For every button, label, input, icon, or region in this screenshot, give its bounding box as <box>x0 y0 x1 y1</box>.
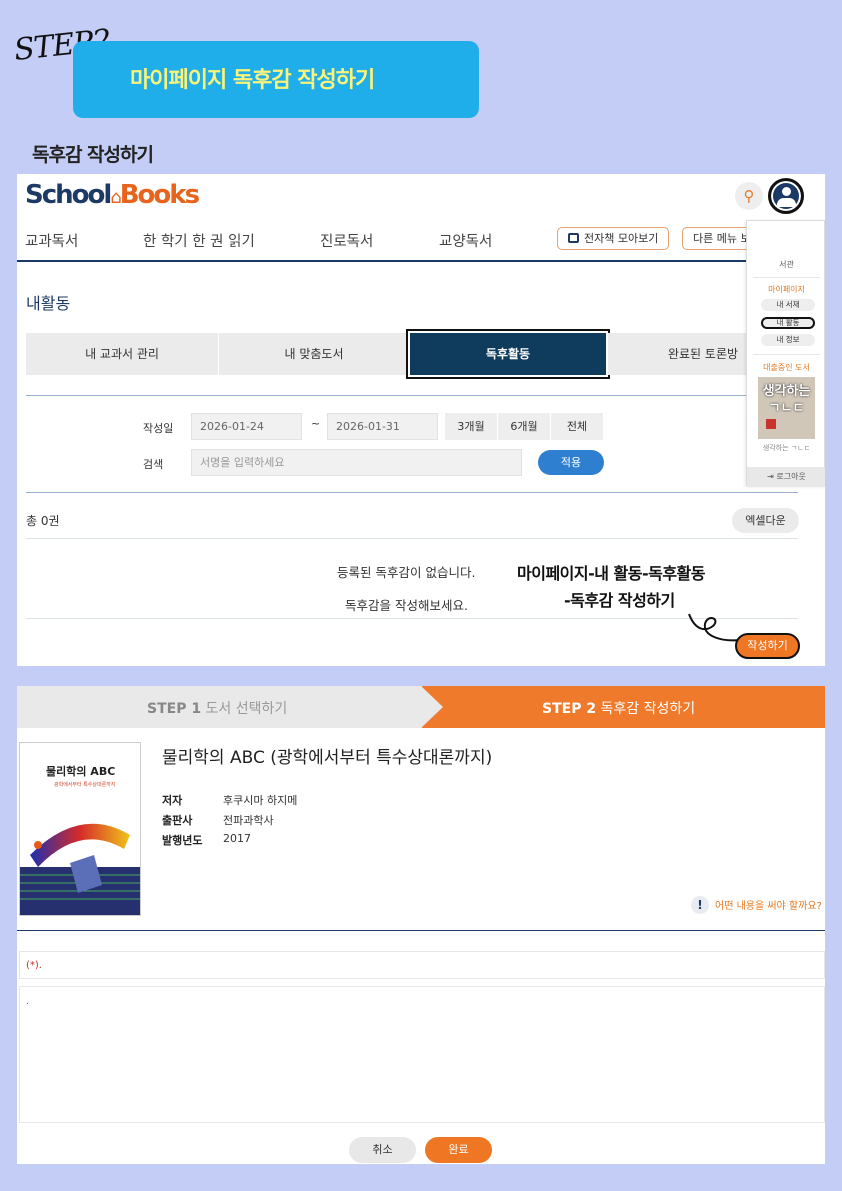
my-activity-screenshot: School⌂Books ⚲ 교과독서 한 학기 한 권 읽기 진로독서 교양독… <box>17 174 825 666</box>
tab-my-custom-books[interactable]: 내 맞춤도서 <box>219 333 409 375</box>
cancel-button[interactable]: 취소 <box>349 1137 416 1163</box>
cover-decoration <box>766 419 776 429</box>
filter-top-divider <box>26 395 798 396</box>
logout-label: 로그아웃 <box>776 472 806 481</box>
ebook-icon <box>568 233 579 243</box>
annotation-path: 마이페이지-내 활동-독후활동 <box>517 564 706 583</box>
total-count: 총 0권 <box>26 514 60 528</box>
user-icon <box>782 187 791 196</box>
house-icon: ⌂ <box>110 187 122 208</box>
list-top-divider <box>26 538 798 539</box>
tab-reading-activity[interactable]: 독후활동 <box>408 331 608 377</box>
writing-help-link[interactable]: ! 어떤 내용을 써야 할까요? <box>691 896 822 914</box>
search-icon[interactable]: ⚲ <box>735 182 763 210</box>
nav-one-semester-one-book[interactable]: 한 학기 한 권 읽기 <box>143 230 255 251</box>
empty-hint: 독후감을 작성해보세요. <box>345 598 468 613</box>
user-dropdown-menu: 서관 마이페이지 내 서재 내 활동 내 정보 대출중인 도서 생각하는 ㄱㄴㄷ… <box>746 220 825 487</box>
dropdown-divider-2 <box>753 354 820 355</box>
filter-bottom-divider <box>26 492 798 493</box>
ebook-collection-button[interactable]: 전자책 모아보기 <box>557 227 670 250</box>
period-3-months[interactable]: 3개월 <box>445 413 497 440</box>
borrowed-book-caption: 생각하는 ㄱㄴㄷ <box>762 444 811 452</box>
exclamation-icon: ! <box>691 896 709 914</box>
dropdown-my-library[interactable]: 내 서재 <box>761 299 815 311</box>
step2-label: STEP 2 독후감 작성하기 <box>542 698 695 718</box>
dropdown-my-info[interactable]: 내 정보 <box>761 334 815 346</box>
write-report-button[interactable]: 작성하기 <box>735 633 800 659</box>
nav-career-reading[interactable]: 진로독서 <box>320 230 373 251</box>
banner-title: 마이페이지 독후감 작성하기 <box>130 68 375 93</box>
section-title: 독후감 작성하기 <box>32 144 154 166</box>
writing-help-text: 어떤 내용을 써야 할까요? <box>715 901 822 912</box>
meta-year-value: 2017 <box>223 832 251 845</box>
report-content-textarea[interactable]: . <box>19 986 825 1123</box>
info-divider <box>17 930 825 931</box>
dropdown-borrowing-label: 대출중인 도서 <box>763 363 810 372</box>
page-title: 내활동 <box>26 294 71 313</box>
meta-publisher-value: 전파과학사 <box>223 814 274 827</box>
search-label: 검색 <box>143 458 164 471</box>
period-6-months[interactable]: 6개월 <box>498 413 550 440</box>
site-logo[interactable]: School⌂Books <box>25 180 200 210</box>
period-all[interactable]: 전체 <box>551 413 603 440</box>
logo-school-text: School <box>25 180 112 210</box>
dropdown-my-activity[interactable]: 내 활동 <box>761 317 815 329</box>
step1-number: STEP 1 <box>147 701 202 717</box>
step2-number: STEP 2 <box>542 701 597 717</box>
date-from-input[interactable]: 2026-01-24 <box>191 413 302 440</box>
borrowed-book-cover[interactable]: 생각하는 ㄱㄴㄷ <box>758 377 815 439</box>
dropdown-divider <box>753 277 820 278</box>
nav-textbook-reading[interactable]: 교과독서 <box>25 230 78 251</box>
dropdown-mypage[interactable]: 마이페이지 <box>747 284 825 295</box>
date-label: 작성일 <box>143 422 174 435</box>
user-icon-body <box>777 198 796 207</box>
date-to-input[interactable]: 2026-01-31 <box>327 413 438 440</box>
step1-text: 도서 선택하기 <box>205 701 288 717</box>
annotation-path-continued: -독후감 작성하기 <box>564 591 675 610</box>
dropdown-library-title: 서관 <box>779 260 794 269</box>
borrowed-book-cover-text: 생각하는 ㄱㄴㄷ <box>762 384 811 416</box>
book-title: 물리학의 ABC (광학에서부터 특수상대론까지) <box>162 748 493 768</box>
ebook-button-label: 전자책 모아보기 <box>584 232 659 245</box>
meta-author-label: 저자 <box>162 794 183 807</box>
title-search-input[interactable]: 서명을 입력하세요 <box>191 449 522 476</box>
meta-year-label: 발행년도 <box>162 834 203 847</box>
cover-title: 물리학의 ABC <box>46 765 116 778</box>
meta-author-value: 후쿠시마 하지메 <box>223 794 298 807</box>
cover-art <box>20 823 140 915</box>
date-range-tilde: ~ <box>311 417 321 430</box>
complete-button[interactable]: 완료 <box>425 1137 492 1163</box>
logout-button[interactable]: ⇥ 로그아웃 <box>747 467 825 487</box>
empty-message: 등록된 독후감이 없습니다. <box>337 565 476 580</box>
user-avatar-button[interactable] <box>768 178 804 214</box>
nav-liberal-reading[interactable]: 교양독서 <box>439 230 492 251</box>
write-report-screenshot: STEP 1 도서 선택하기 STEP 2 독후감 작성하기 물리학의 ABC … <box>17 686 825 1164</box>
book-cover: 물리학의 ABC 광학에서부터 특수상대론까지 <box>19 742 141 916</box>
tab-my-textbooks[interactable]: 내 교과서 관리 <box>26 333 218 375</box>
nav-divider <box>17 260 825 262</box>
excel-download-button[interactable]: 엑셀다운 <box>732 508 799 533</box>
apply-filter-button[interactable]: 적용 <box>538 450 604 475</box>
step-arrow-icon <box>421 686 443 728</box>
list-bottom-divider <box>26 618 798 619</box>
logo-books-text: Books <box>119 180 200 210</box>
step1-label: STEP 1 도서 선택하기 <box>147 698 287 718</box>
required-note-field[interactable]: (*). <box>19 951 825 979</box>
meta-publisher-label: 출판사 <box>162 814 193 827</box>
logout-icon: ⇥ <box>767 472 774 481</box>
step2-text: 독후감 작성하기 <box>600 701 696 717</box>
cover-subtitle: 광학에서부터 특수상대론까지 <box>54 782 116 788</box>
